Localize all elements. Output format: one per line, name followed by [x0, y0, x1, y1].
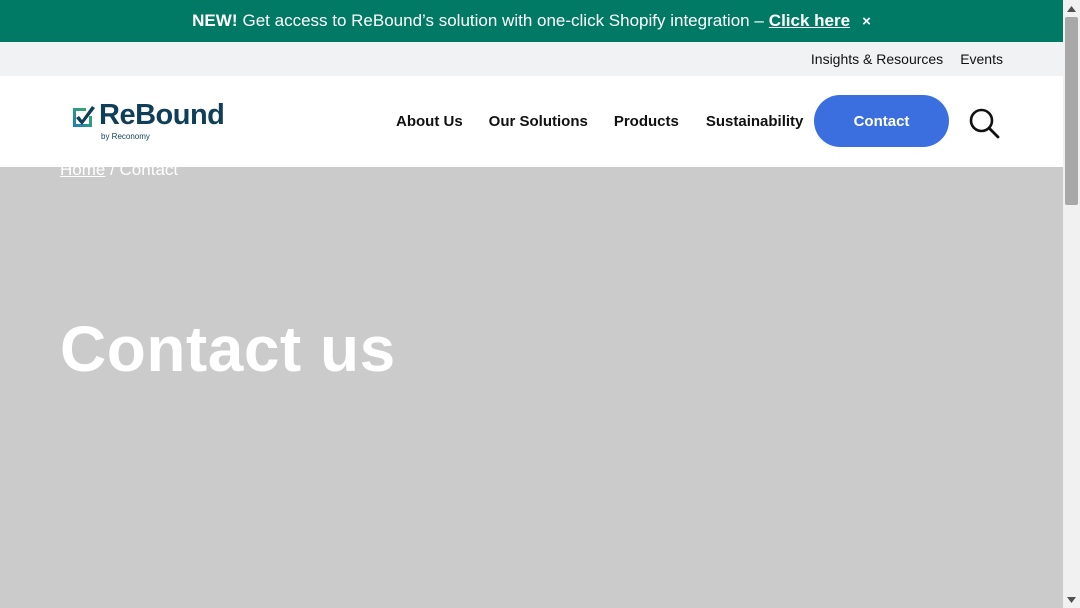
page: NEW! Get access to ReBound’s solution wi…: [0, 0, 1063, 608]
announcement-bar: NEW! Get access to ReBound’s solution wi…: [0, 0, 1063, 42]
logo-subtitle: by Reconomy: [101, 132, 150, 141]
scroll-up-arrow-icon[interactable]: [1063, 0, 1080, 17]
announcement-new-label: NEW!: [192, 11, 238, 30]
announcement-text: Get access to ReBound’s solution with on…: [242, 11, 764, 30]
main-nav: About Us Our Solutions Products Sustaina…: [396, 113, 803, 130]
nav-item-products[interactable]: Products: [614, 113, 679, 130]
utility-link-events[interactable]: Events: [960, 51, 1003, 67]
logo-check-icon: [73, 106, 95, 127]
logo-wordmark: ReBound: [99, 99, 225, 131]
breadcrumb-home-link[interactable]: Home: [60, 160, 105, 179]
breadcrumb: Home / Contact: [60, 160, 178, 180]
page-title: Contact us: [60, 313, 396, 385]
scroll-down-arrow-icon[interactable]: [1063, 591, 1080, 608]
utility-nav: Insights & Resources Events: [0, 42, 1063, 76]
scrollbar-thumb[interactable]: [1065, 17, 1078, 205]
contact-button[interactable]: Contact: [814, 95, 949, 147]
search-icon[interactable]: [968, 107, 1000, 139]
nav-item-our-solutions[interactable]: Our Solutions: [489, 113, 588, 130]
announcement-link[interactable]: Click here: [769, 11, 850, 31]
breadcrumb-current: Contact: [119, 160, 179, 179]
breadcrumb-separator: /: [105, 160, 120, 179]
utility-link-insights[interactable]: Insights & Resources: [811, 51, 943, 67]
close-icon[interactable]: ×: [862, 13, 871, 30]
page-scrollbar[interactable]: [1063, 0, 1080, 608]
logo[interactable]: ReBound by Reconomy: [70, 99, 240, 142]
site-header: ReBound by Reconomy About Us Our Solutio…: [0, 76, 1063, 167]
nav-item-about-us[interactable]: About Us: [396, 113, 463, 130]
nav-item-sustainability[interactable]: Sustainability: [706, 113, 804, 130]
